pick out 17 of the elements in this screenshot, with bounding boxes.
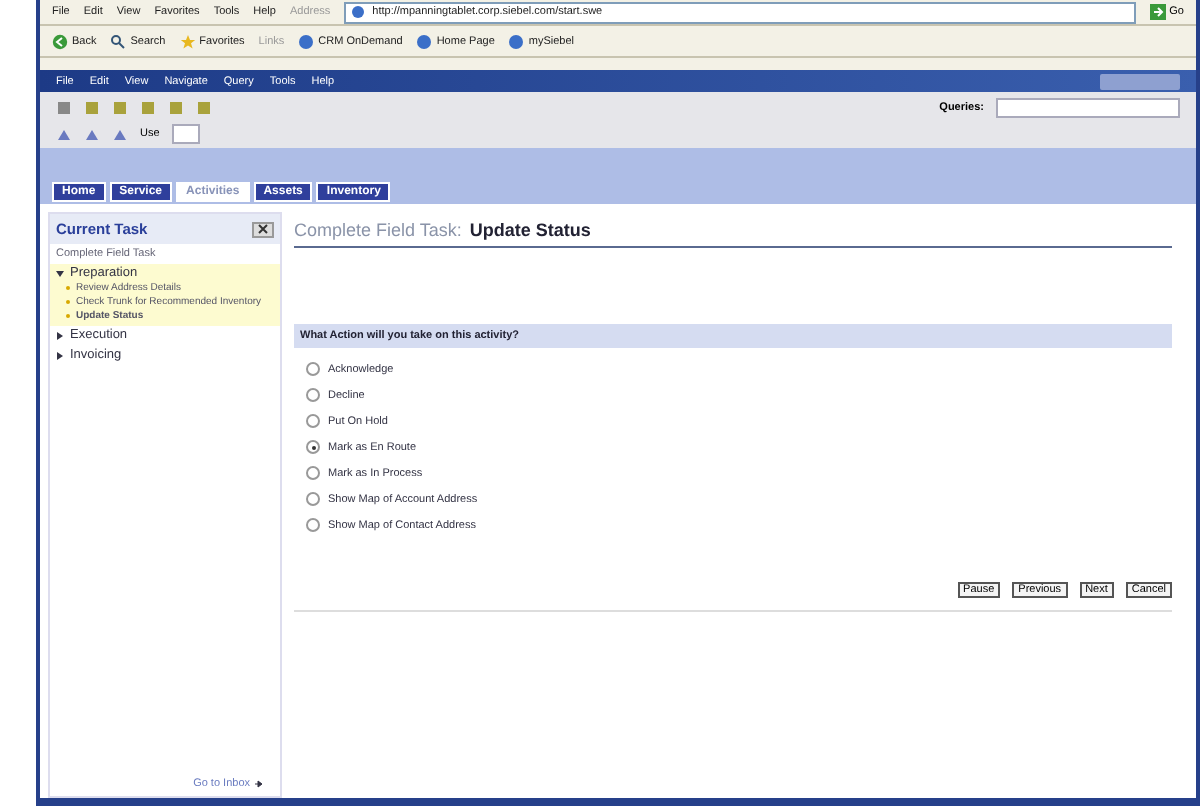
caret-right-icon <box>56 351 64 359</box>
page-icon <box>350 4 367 20</box>
use-dropdown[interactable] <box>171 124 200 144</box>
page-icon <box>416 33 433 49</box>
caret-down-icon <box>56 269 64 277</box>
caret-right-icon <box>56 331 64 339</box>
page-icon <box>508 33 525 49</box>
search-icon <box>110 33 127 49</box>
back-icon <box>52 33 68 49</box>
form-subtitle: Update Status <box>469 220 591 240</box>
arrow-icon <box>1149 4 1166 20</box>
arrow-icon <box>254 780 264 788</box>
close-button[interactable] <box>252 221 274 237</box>
page-icon <box>298 33 315 49</box>
form-title: Complete Field Task: <box>294 220 462 240</box>
star-icon <box>179 33 196 49</box>
queries-dropdown[interactable] <box>996 98 1180 118</box>
